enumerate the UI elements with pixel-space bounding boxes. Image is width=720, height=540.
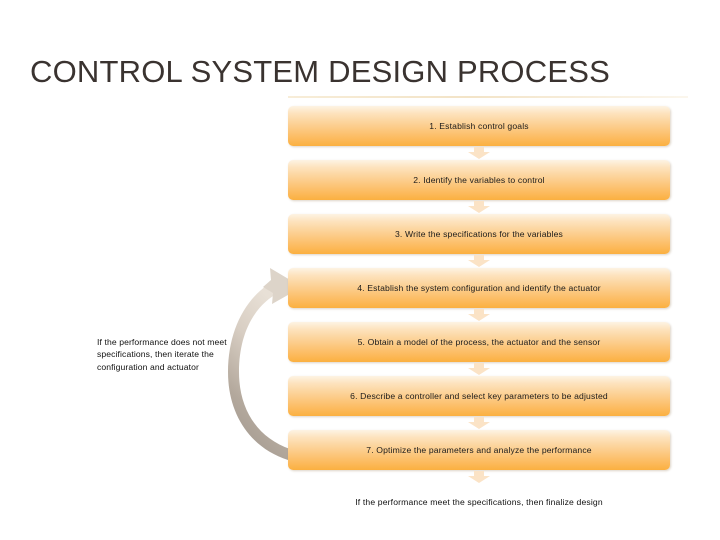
flow-step-5[interactable]: 5. Obtain a model of the process, the ac… (288, 322, 670, 362)
flow-step-5-label: 5. Obtain a model of the process, the ac… (357, 336, 601, 347)
flow-connector-3 (288, 254, 670, 268)
flow-step-4-label: 4. Establish the system configuration an… (357, 282, 601, 293)
flow-connector-4 (288, 308, 670, 322)
flow-step-6-label: 6. Describe a controller and select key … (350, 390, 608, 401)
flow-step-3-label: 3. Write the specifications for the vari… (394, 228, 564, 239)
down-arrow-icon (468, 309, 490, 321)
flow-step-1[interactable]: 1. Establish control goals (288, 106, 670, 146)
down-arrow-head (468, 422, 490, 429)
down-arrow-icon (468, 147, 490, 159)
flow-step-3[interactable]: 3. Write the specifications for the vari… (288, 214, 670, 254)
flow-connector-7 (288, 470, 670, 484)
flow-step-1-label: 1. Establish control goals (429, 120, 529, 131)
down-arrow-head (468, 206, 490, 213)
flow-connector-5 (288, 362, 670, 376)
flow-step-2[interactable]: 2. Identify the variables to control (288, 160, 670, 200)
flow-step-7-label: 7. Optimize the parameters and analyze t… (366, 444, 592, 455)
title-underline-rule (288, 96, 688, 98)
down-arrow-icon (468, 471, 490, 483)
page-title: CONTROL SYSTEM DESIGN PROCESS (30, 54, 610, 89)
flow-step-2-label: 2. Identify the variables to control (413, 174, 545, 185)
down-arrow-icon (468, 417, 490, 429)
down-arrow-icon (468, 255, 490, 267)
flow-closing-text: If the performance meet the specificatio… (355, 497, 603, 507)
down-arrow-head (468, 152, 490, 159)
flow-step-4[interactable]: 4. Establish the system configuration an… (288, 268, 670, 308)
down-arrow-head (468, 368, 490, 375)
down-arrow-icon (468, 201, 490, 213)
down-arrow-head (468, 260, 490, 267)
flow-connector-6 (288, 416, 670, 430)
flow-step-7[interactable]: 7. Optimize the parameters and analyze t… (288, 430, 670, 470)
flow-step-6[interactable]: 6. Describe a controller and select key … (288, 376, 670, 416)
down-arrow-head (468, 476, 490, 483)
flow-connector-1 (288, 146, 670, 160)
feedback-note-text: If the performance does not meet specifi… (97, 337, 227, 372)
down-arrow-head (468, 314, 490, 321)
down-arrow-icon (468, 363, 490, 375)
flow-connector-2 (288, 200, 670, 214)
flowchart-container: 1. Establish control goals 2. Identify t… (288, 106, 670, 484)
